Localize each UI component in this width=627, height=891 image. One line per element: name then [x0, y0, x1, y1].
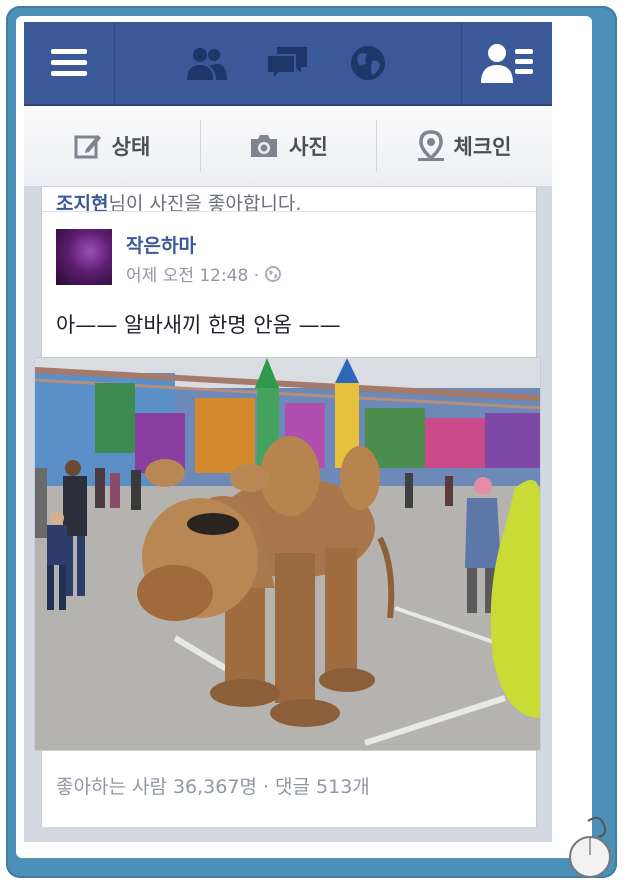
notifications-button[interactable]	[348, 22, 388, 104]
location-pin-icon	[417, 130, 444, 161]
post-timestamp[interactable]: 어제 오전 12:48 ·	[126, 261, 259, 286]
post-photo[interactable]	[34, 357, 541, 751]
news-feed: 조지현님이 사진을 좋아합니다. 작은하마 어제 오전 12:48 · 아—— …	[24, 187, 552, 842]
camel-mascot-photo	[35, 358, 540, 750]
friends-icon	[187, 48, 227, 80]
friend-requests-button[interactable]	[184, 22, 228, 104]
status-button[interactable]: 상태	[24, 106, 200, 186]
friends-list-button[interactable]	[462, 22, 552, 104]
checkin-label: 체크인	[453, 135, 512, 159]
messages-button[interactable]	[264, 22, 310, 104]
photo-label: 사진	[289, 135, 328, 159]
photo-button[interactable]: 사진	[201, 106, 376, 186]
menu-button[interactable]	[24, 22, 114, 104]
status-label: 상태	[111, 135, 151, 159]
friends-list-icon	[481, 44, 533, 83]
messages-icon	[266, 47, 307, 81]
divider	[42, 211, 536, 212]
hamburger-menu-icon	[51, 49, 87, 76]
post-author[interactable]: 작은하마	[126, 231, 196, 258]
post-meta: 어제 오전 12:48 ·	[126, 261, 282, 286]
globe-icon	[265, 265, 282, 282]
camera-icon	[251, 135, 278, 157]
avatar[interactable]	[56, 229, 112, 285]
post-text: 아—— 알바새끼 한명 안옴 ——	[56, 313, 341, 337]
edit-icon	[74, 135, 101, 159]
checkin-button[interactable]: 체크인	[377, 106, 552, 186]
composer-bar: 상태 사진 체크인	[24, 106, 552, 187]
globe-icon	[351, 46, 385, 80]
top-nav-bar	[24, 22, 552, 106]
feed-story: 조지현님이 사진을 좋아합니다. 작은하마 어제 오전 12:48 · 아—— …	[34, 187, 541, 827]
likes-comments-summary[interactable]: 좋아하는 사람 36,367명 · 댓글 513개	[56, 772, 370, 799]
mouse-icon	[569, 816, 611, 878]
